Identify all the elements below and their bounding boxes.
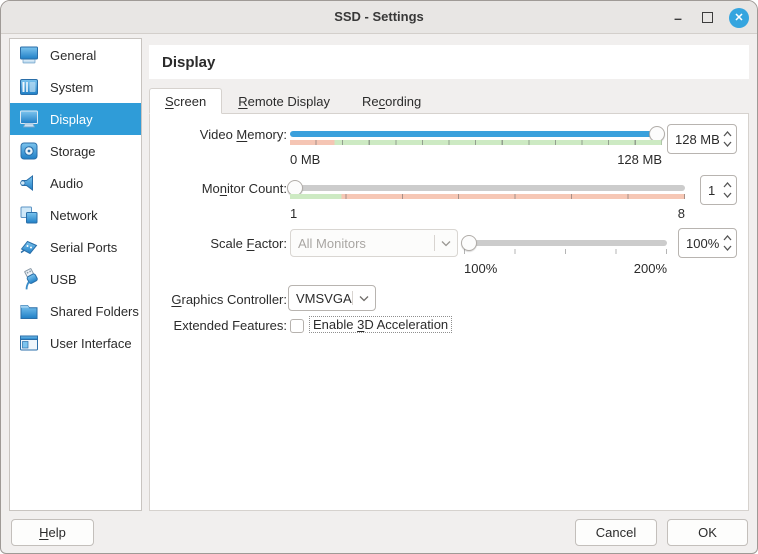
video-memory-range-labels: 0 MB 128 MB	[290, 152, 662, 167]
sidebar-item-serial-ports[interactable]: Serial Ports	[10, 231, 141, 263]
graphics-controller-value: VMSVGA	[289, 291, 352, 306]
monitor-count-label: Monitor Count:	[157, 181, 287, 196]
usb-icon	[18, 268, 40, 290]
monitor-count-range-labels: 1 8	[290, 206, 685, 221]
screen-tab-pane: Video Memory: 0 MB 128 MB 128 MB Monitor…	[149, 113, 749, 511]
sidebar-item-label: USB	[50, 272, 77, 287]
scale-factor-spinbox[interactable]: 100%	[678, 228, 737, 258]
display-tabs: Screen Remote Display Recording	[149, 88, 437, 114]
scale-factor-value[interactable]: 100%	[679, 236, 719, 251]
window-title: SSD - Settings	[1, 9, 757, 24]
settings-window: SSD - Settings – ✕ General System Displa…	[0, 0, 758, 554]
user-interface-icon	[18, 332, 40, 354]
sidebar-item-label: System	[50, 80, 93, 95]
graphics-controller-dropdown[interactable]: VMSVGA	[288, 285, 376, 311]
sidebar-item-label: User Interface	[50, 336, 132, 351]
tab-remote-display[interactable]: Remote Display	[222, 88, 346, 114]
video-memory-spinbox[interactable]: 128 MB	[667, 124, 737, 154]
scale-factor-monitor-dropdown: All Monitors	[290, 229, 458, 257]
monitor-count-max-label: 8	[678, 206, 685, 221]
minimize-icon[interactable]: –	[669, 9, 687, 27]
monitor-count-tickstrip	[290, 194, 685, 199]
sidebar-item-label: Serial Ports	[50, 240, 117, 255]
monitor-count-spin-arrows	[719, 176, 736, 204]
cancel-button[interactable]: Cancel	[575, 519, 657, 546]
sidebar-item-label: Audio	[50, 176, 83, 191]
scale-factor-label: Scale Factor:	[157, 236, 287, 251]
display-icon	[18, 108, 40, 130]
tab-recording[interactable]: Recording	[346, 88, 437, 114]
sidebar-item-shared-folders[interactable]: Shared Folders	[10, 295, 141, 327]
sidebar-item-display[interactable]: Display	[10, 103, 141, 135]
scale-factor-spin-arrows	[719, 229, 736, 257]
video-memory-tickstrip	[290, 140, 662, 145]
video-memory-value[interactable]: 128 MB	[668, 132, 719, 147]
sidebar-item-label: Storage	[50, 144, 96, 159]
serial-ports-icon	[18, 236, 40, 258]
sidebar-item-system[interactable]: System	[10, 71, 141, 103]
help-button[interactable]: Help	[11, 519, 94, 546]
sidebar-item-storage[interactable]: Storage	[10, 135, 141, 167]
scale-factor-min-label: 100%	[464, 261, 497, 276]
graphics-controller-label: Graphics Controller:	[157, 292, 287, 307]
sidebar-item-label: Network	[50, 208, 98, 223]
sidebar-item-network[interactable]: Network	[10, 199, 141, 231]
window-controls: – ✕	[669, 1, 749, 34]
sidebar-item-label: Shared Folders	[50, 304, 139, 319]
sidebar-item-label: Display	[50, 112, 93, 127]
video-memory-min-label: 0 MB	[290, 152, 320, 167]
sidebar-item-usb[interactable]: USB	[10, 263, 141, 295]
network-icon	[18, 204, 40, 226]
sidebar-item-general[interactable]: General	[10, 39, 141, 71]
monitor-count-slider[interactable]: 1 8	[290, 185, 685, 233]
video-memory-label: Video Memory:	[157, 127, 287, 142]
enable-3d-acceleration-checkbox-label[interactable]: Enable 3D Acceleration	[309, 316, 452, 333]
video-memory-max-label: 128 MB	[617, 152, 662, 167]
monitor-count-value[interactable]: 1	[701, 183, 719, 198]
maximize-square	[702, 12, 713, 23]
page-header: Display	[149, 45, 749, 79]
spin-up-icon[interactable]	[722, 234, 734, 242]
monitor-count-spinbox[interactable]: 1	[700, 175, 737, 205]
scale-factor-tickstrip	[464, 249, 667, 254]
ok-button[interactable]: OK	[667, 519, 748, 546]
sidebar-item-label: General	[50, 48, 96, 63]
storage-icon	[18, 140, 40, 162]
chevron-down-icon	[435, 240, 457, 247]
sidebar-item-audio[interactable]: Audio	[10, 167, 141, 199]
titlebar[interactable]: SSD - Settings – ✕	[1, 1, 757, 34]
spin-up-icon[interactable]	[722, 181, 734, 189]
scale-factor-range-labels: 100% 200%	[464, 261, 667, 276]
enable-3d-acceleration-checkbox[interactable]	[290, 319, 304, 333]
maximize-icon[interactable]	[699, 9, 717, 27]
sidebar-item-user-interface[interactable]: User Interface	[10, 327, 141, 359]
shared-folders-icon	[18, 300, 40, 322]
spin-up-icon[interactable]	[722, 130, 734, 138]
audio-icon	[18, 172, 40, 194]
spin-down-icon[interactable]	[722, 191, 734, 199]
scale-factor-slider-track[interactable]	[464, 240, 667, 246]
general-icon	[18, 44, 40, 66]
system-icon	[18, 76, 40, 98]
spin-down-icon[interactable]	[722, 140, 734, 148]
monitor-count-slider-track[interactable]	[290, 185, 685, 191]
scale-factor-max-label: 200%	[634, 261, 667, 276]
close-icon[interactable]: ✕	[729, 8, 749, 28]
tab-screen[interactable]: Screen	[149, 88, 222, 114]
scale-factor-slider[interactable]: 100% 200%	[464, 240, 667, 288]
chevron-down-icon	[353, 295, 375, 302]
extended-features-label: Extended Features:	[157, 318, 287, 333]
page-title: Display	[162, 54, 215, 71]
video-memory-spin-arrows	[719, 125, 736, 153]
scale-factor-monitor-value: All Monitors	[291, 236, 434, 251]
video-memory-slider-track[interactable]	[290, 131, 662, 137]
video-memory-slider[interactable]: 0 MB 128 MB	[290, 131, 662, 179]
spin-down-icon[interactable]	[722, 244, 734, 252]
monitor-count-min-label: 1	[290, 206, 297, 221]
settings-category-list: General System Display Storage Audio	[9, 38, 142, 511]
